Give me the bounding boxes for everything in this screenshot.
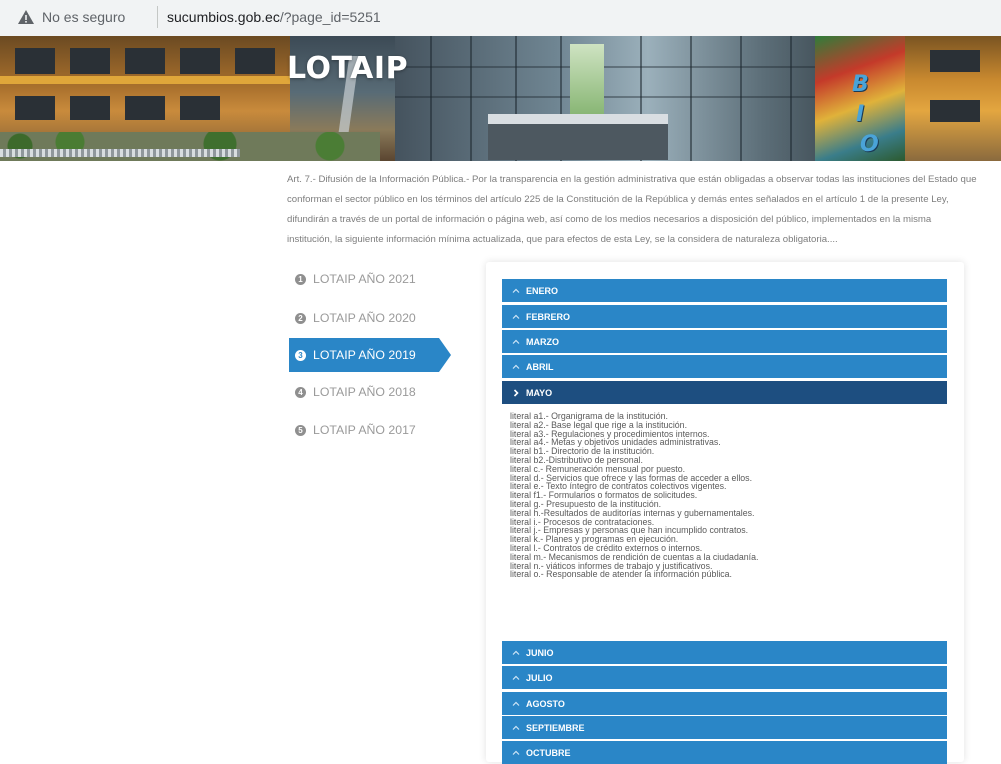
tab-label: LOTAIP AÑO 2020 [313,311,416,325]
accordion-month-label: MAYO [526,387,553,398]
chevron-up-icon [512,700,520,708]
hero-window [235,48,275,74]
page-title: LOTAIP [287,51,409,86]
hero-hanging-banner [570,44,604,124]
accordion-month-label: ENERO [526,285,559,296]
hero-window [15,96,55,120]
chevron-up-icon [512,649,520,657]
hero-railing [0,149,240,157]
tab-year-2019[interactable]: 3 LOTAIP AÑO 2019 [289,338,451,372]
hero-window [180,48,220,74]
chevron-up-icon [512,287,520,295]
accordion-month-header[interactable]: JUNIO [502,641,947,664]
chevron-up-icon [512,363,520,371]
accordion-month-header[interactable]: ENERO [502,279,947,302]
url-text[interactable]: sucumbios.gob.ec/?page_id=5251 [167,9,381,25]
accordion-open-content: literal a1.- Organigrama de la instituci… [510,412,940,579]
accordion-month-header[interactable]: MARZO [502,330,947,353]
accordion-month-header[interactable]: MAYO [502,381,947,404]
address-separator [157,6,158,28]
chevron-up-icon [512,674,520,682]
chevron-up-icon [512,724,520,732]
warning-icon[interactable] [17,8,35,26]
hero-window [15,48,55,74]
tab-number-badge: 5 [295,424,306,436]
literal-link[interactable]: literal o.- Responsable de atender la in… [510,570,940,579]
hero-window [125,96,165,120]
accordion-month-header[interactable]: SEPTIEMBRE [502,716,947,739]
accordion-month-header[interactable]: OCTUBRE [502,741,947,764]
accordion-month-label: MARZO [526,336,559,347]
tab-year-2018[interactable]: 4 LOTAIP AÑO 2018 [289,375,439,409]
tab-label: LOTAIP AÑO 2021 [313,272,416,286]
chevron-up-icon [512,313,520,321]
hero-facade-line [470,36,472,161]
chevron-up-icon [512,749,520,757]
accordion-month-label: AGOSTO [526,698,565,709]
mural-letter: O [860,132,879,157]
intro-paragraph: Art. 7.- Difusión de la Información Públ… [287,174,977,245]
hero-facade-line [690,36,692,161]
hero-window [70,96,110,120]
mural-letter: B [852,72,869,97]
hero-window [125,48,165,74]
tab-number-badge: 3 [295,349,306,361]
tab-label: LOTAIP AÑO 2019 [313,348,416,362]
hero-entrance [488,124,668,160]
accordion-month-label: JULIO [526,672,553,683]
url-host: sucumbios.gob.ec [167,9,280,25]
accordion-month-label: FEBRERO [526,311,571,322]
chevron-right-icon [512,388,520,397]
chevron-up-icon [512,338,520,346]
hero-facade-line [740,36,742,161]
hero-stripe [0,76,290,84]
accordion-month-label: SEPTIEMBRE [526,722,585,733]
hero-window [70,48,110,74]
security-status[interactable]: No es seguro [42,9,125,25]
hero-canopy [488,114,668,124]
url-path: /?page_id=5251 [279,9,381,25]
hero-facade-line [395,96,855,98]
accordion-month-header[interactable]: ABRIL [502,355,947,378]
accordion-month-header[interactable]: FEBRERO [502,305,947,328]
tab-year-2017[interactable]: 5 LOTAIP AÑO 2017 [289,413,439,447]
accordion-month-label: OCTUBRE [526,747,571,758]
tab-label: LOTAIP AÑO 2018 [313,385,416,399]
hero-window [930,50,980,72]
browser-address-bar[interactable]: No es seguro sucumbios.gob.ec/?page_id=5… [0,0,1001,36]
accordion-month-label: ABRIL [526,361,554,372]
hero-facade-line [790,36,792,161]
accordion-month-header[interactable]: AGOSTO [502,692,947,715]
tab-number-badge: 4 [295,386,306,398]
hero-window [930,100,980,122]
hero-window [180,96,220,120]
accordion-month-header[interactable]: JULIO [502,666,947,689]
hero-facade-line [430,36,432,161]
tab-year-2021[interactable]: 1 LOTAIP AÑO 2021 [289,262,439,296]
hero-facade-line [395,66,855,68]
mural-letter: I [856,102,865,127]
accordion-month-label: JUNIO [526,647,554,658]
tab-year-2020[interactable]: 2 LOTAIP AÑO 2020 [289,301,439,335]
tab-label: LOTAIP AÑO 2017 [313,423,416,437]
hero-banner: B I O [0,36,1001,161]
tab-number-badge: 1 [295,273,306,285]
tab-number-badge: 2 [295,312,306,324]
